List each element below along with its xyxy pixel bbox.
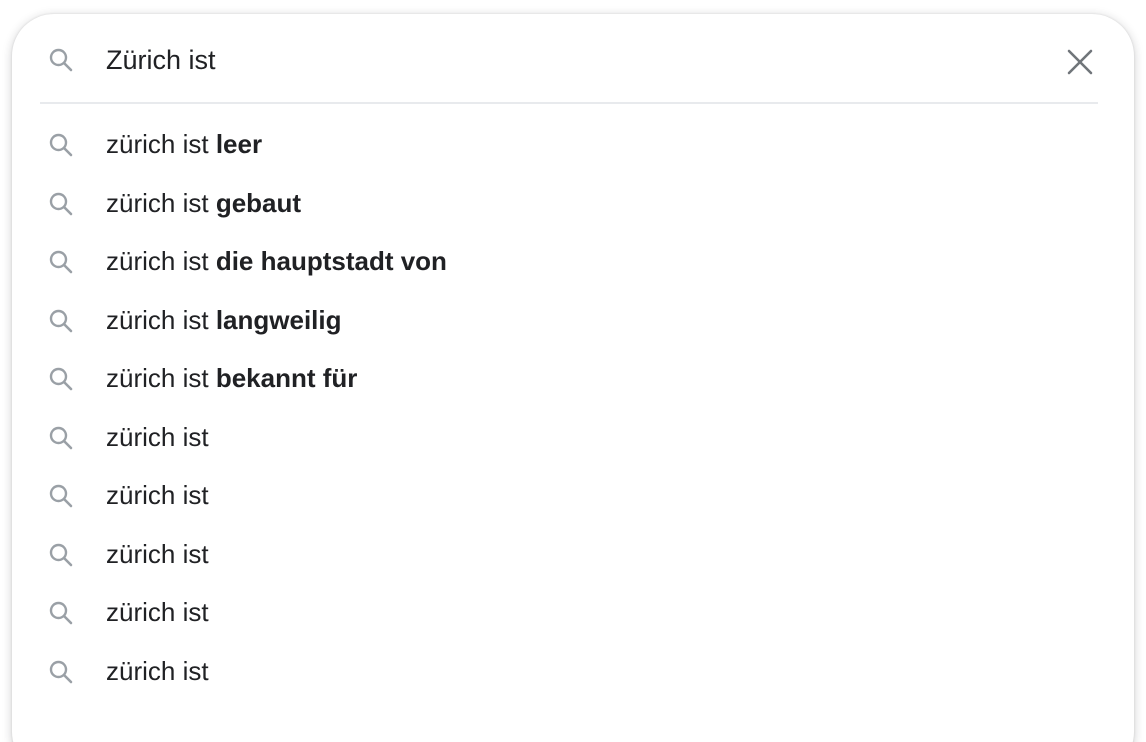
suggestion-prefix: zürich ist [106,246,216,276]
suggestion-completion: die hauptstadt von [215,246,447,276]
search-autocomplete-panel: zürich ist leerzürich ist gebautzürich i… [12,14,1134,742]
suggestion-prefix: zürich ist [106,363,216,393]
search-icon [48,47,74,73]
suggestion-text: zürich ist bekannt für [106,362,357,394]
suggestion-prefix: zürich ist [106,480,209,510]
search-bar [12,14,1134,104]
suggestion-text: zürich ist [106,479,209,511]
search-input[interactable] [106,38,1006,82]
suggestion-item[interactable]: zürich ist [12,467,1134,526]
search-icon [48,191,74,217]
suggestion-completion: bekannt für [215,363,358,393]
suggestion-item[interactable]: zürich ist gebaut [12,175,1134,234]
suggestion-text: zürich ist leer [106,128,262,160]
suggestion-text: zürich ist gebaut [106,187,301,219]
suggestion-item[interactable]: zürich ist [12,526,1134,585]
suggestion-completion: gebaut [215,187,302,218]
search-icon [48,483,74,509]
suggestion-item[interactable]: zürich ist [12,409,1134,468]
close-icon [1066,48,1094,76]
suggestion-text: zürich ist langweilig [106,304,342,336]
suggestion-item[interactable]: zürich ist leer [12,116,1134,175]
search-icon [48,366,74,392]
search-icon [48,542,74,568]
suggestion-text: zürich ist [106,655,209,687]
search-divider [40,102,1098,104]
suggestion-completion: leer [215,129,263,159]
search-icon [48,425,74,451]
suggestion-completion: langweilig [215,304,342,335]
suggestion-item[interactable]: zürich ist bekannt für [12,350,1134,409]
suggestion-prefix: zürich ist [106,187,216,218]
suggestion-text: zürich ist die hauptstadt von [106,245,447,277]
suggestion-list: zürich ist leer zürich ist gebaut zürich i… [12,116,1134,701]
suggestion-text: zürich ist [106,421,209,453]
clear-search-button[interactable] [1060,42,1100,82]
suggestion-prefix: zürich ist [106,655,209,686]
suggestion-prefix: zürich ist [106,129,216,159]
suggestion-text: zürich ist [106,538,209,570]
suggestion-prefix: zürich ist [106,538,209,569]
page: zürich ist leerzürich ist gebautzürich i… [0,0,1146,742]
suggestion-item[interactable]: zürich ist die hauptstadt von [12,233,1134,292]
suggestion-item[interactable]: zürich ist [12,643,1134,702]
search-icon [48,308,74,334]
suggestion-text: zürich ist [106,596,209,628]
search-icon [48,132,74,158]
search-icon [48,600,74,626]
suggestion-item[interactable]: zürich ist langweilig [12,292,1134,351]
suggestion-item[interactable]: zürich ist [12,584,1134,643]
suggestion-prefix: zürich ist [106,421,209,452]
search-icon [48,659,74,685]
suggestion-prefix: zürich ist [106,304,216,335]
search-icon [48,249,74,275]
suggestion-prefix: zürich ist [106,597,209,627]
